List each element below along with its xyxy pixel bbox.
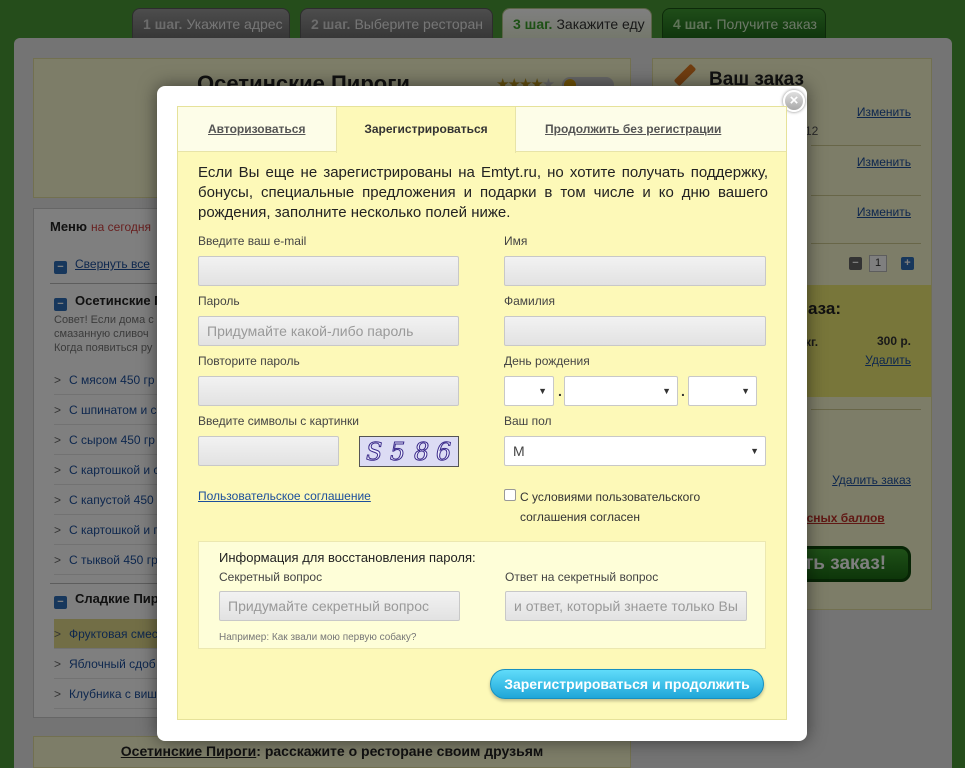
repeat-password-field[interactable] xyxy=(198,376,459,406)
secret-question-label: Секретный вопрос xyxy=(219,570,323,584)
first-name-field[interactable] xyxy=(504,256,766,286)
secret-question-field[interactable] xyxy=(219,591,460,621)
recovery-title: Информация для восстановления пароля: xyxy=(219,550,476,565)
agreement-checkbox-label: С условиями пользовательского соглашения… xyxy=(520,490,701,524)
captcha-char: 5 xyxy=(389,438,406,467)
first-name-label: Имя xyxy=(504,234,528,248)
user-agreement-link[interactable]: Пользовательское соглашение xyxy=(198,489,371,503)
gender-value: М xyxy=(513,443,525,459)
birthday-month-select[interactable]: ▼ xyxy=(564,376,678,406)
date-separator: . xyxy=(558,383,562,399)
gender-label: Ваш пол xyxy=(504,414,552,428)
captcha-char: 6 xyxy=(435,438,452,467)
email-field[interactable] xyxy=(198,256,459,286)
birthday-year-select[interactable]: ▼ xyxy=(688,376,757,406)
captcha-label: Введите символы с картинки xyxy=(198,414,360,428)
captcha-image: S 5 8 6 xyxy=(359,436,459,467)
captcha-field[interactable] xyxy=(198,436,339,466)
birthday-label: День рождения xyxy=(504,354,590,368)
tab-guest[interactable]: Продолжить без регистрации xyxy=(545,107,721,152)
last-name-label: Фамилия xyxy=(504,294,555,308)
chevron-down-icon: ▼ xyxy=(741,386,750,396)
captcha-char: S xyxy=(365,438,383,467)
email-label: Введите ваш e-mail xyxy=(198,234,307,248)
auth-tabs: Авторизоваться Зарегистрироваться Продол… xyxy=(178,107,786,153)
repeat-password-label: Повторите пароль xyxy=(198,354,300,368)
registration-form: Авторизоваться Зарегистрироваться Продол… xyxy=(177,106,787,720)
tab-login[interactable]: Авторизоваться xyxy=(208,107,305,152)
password-recovery-box: Информация для восстановления пароля: Се… xyxy=(198,541,766,649)
tab-register[interactable]: Зарегистрироваться xyxy=(336,107,516,153)
agreement-checkbox[interactable] xyxy=(504,489,516,501)
password-field[interactable] xyxy=(198,316,459,346)
secret-question-hint: Например: Как звали мою первую собаку? xyxy=(219,632,417,643)
secret-answer-label: Ответ на секретный вопрос xyxy=(505,570,659,584)
chevron-down-icon: ▼ xyxy=(662,386,671,396)
date-separator: . xyxy=(681,383,685,399)
last-name-field[interactable] xyxy=(504,316,766,346)
secret-answer-field[interactable] xyxy=(505,591,747,621)
password-label: Пароль xyxy=(198,294,240,308)
register-and-continue-button[interactable]: Зарегистрироваться и продолжить xyxy=(490,669,764,699)
chevron-down-icon: ▼ xyxy=(750,446,759,456)
captcha-char: 8 xyxy=(413,438,430,467)
gender-select[interactable]: М ▼ xyxy=(504,436,766,466)
intro-text: Если Вы еще не зарегистрированы на Emtyt… xyxy=(198,164,768,221)
birthday-day-select[interactable]: ▼ xyxy=(504,376,554,406)
chevron-down-icon: ▼ xyxy=(538,386,547,396)
